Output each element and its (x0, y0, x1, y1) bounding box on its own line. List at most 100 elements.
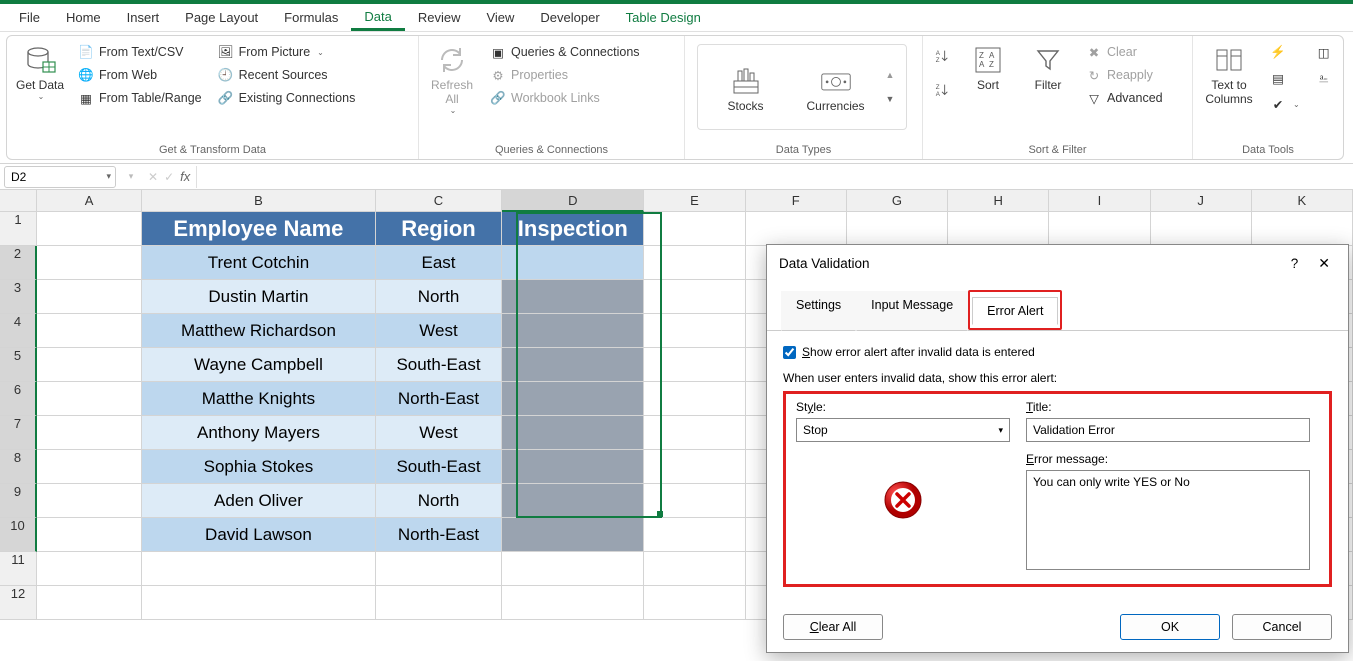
cell-A5[interactable] (37, 348, 142, 382)
cell-B6[interactable]: Matthe Knights (142, 382, 376, 416)
cell-E12[interactable] (644, 586, 745, 620)
error-message-input[interactable] (1026, 470, 1310, 570)
cell-A6[interactable] (37, 382, 142, 416)
cell-C4[interactable]: West (376, 314, 503, 348)
text-to-columns-button[interactable]: Text to Columns (1201, 40, 1257, 106)
menu-page-layout[interactable]: Page Layout (172, 6, 271, 29)
cell-C10[interactable]: North-East (376, 518, 503, 552)
row-header[interactable]: 1 (0, 212, 37, 246)
cell-A9[interactable] (37, 484, 142, 518)
cell-D9[interactable] (502, 484, 644, 518)
row-header[interactable]: 12 (0, 586, 37, 620)
from-table-range-button[interactable]: ▦From Table/Range (75, 88, 205, 108)
cell-A10[interactable] (37, 518, 142, 552)
advanced-filter-button[interactable]: ▽Advanced (1083, 88, 1166, 108)
cell-G1[interactable] (847, 212, 948, 246)
menu-view[interactable]: View (473, 6, 527, 29)
row-header[interactable]: 7 (0, 416, 37, 450)
flash-fill-button[interactable]: ⚡ (1267, 42, 1303, 62)
dialog-close-button[interactable]: ✕ (1312, 253, 1336, 274)
from-picture-button[interactable]: 🖼From Picture⌄ (215, 42, 359, 62)
cell-E2[interactable] (644, 246, 745, 280)
row-header[interactable]: 4 (0, 314, 37, 348)
name-box-expand[interactable]: ▾ (120, 171, 142, 182)
col-header-h[interactable]: H (948, 190, 1049, 212)
tab-input-message[interactable]: Input Message (856, 291, 968, 331)
col-header-b[interactable]: B (142, 190, 376, 212)
cell-D7[interactable] (502, 416, 644, 450)
cell-J1[interactable] (1151, 212, 1252, 246)
cell-C7[interactable]: West (376, 416, 503, 450)
properties-button[interactable]: ⚙Properties (487, 65, 643, 85)
row-header[interactable]: 11 (0, 552, 37, 586)
filter-button[interactable]: Filter (1023, 40, 1073, 92)
formula-bar[interactable] (196, 166, 1353, 188)
menu-developer[interactable]: Developer (527, 6, 612, 29)
clear-all-button[interactable]: Clear All (783, 614, 883, 640)
cell-D5[interactable] (502, 348, 644, 382)
scroll-up-icon[interactable]: ▲ (886, 70, 895, 80)
row-header[interactable]: 8 (0, 450, 37, 484)
cell-A1[interactable] (37, 212, 142, 246)
cell-D2[interactable] (502, 246, 644, 280)
cell-D1[interactable]: Inspection (502, 212, 644, 246)
cell-I1[interactable] (1049, 212, 1150, 246)
cell-E10[interactable] (644, 518, 745, 552)
col-header-g[interactable]: G (847, 190, 948, 212)
menu-file[interactable]: File (6, 6, 53, 29)
sort-desc-button[interactable]: ZA (931, 80, 953, 100)
menu-table-design[interactable]: Table Design (613, 6, 714, 29)
row-header[interactable]: 3 (0, 280, 37, 314)
cell-C1[interactable]: Region (376, 212, 503, 246)
tab-settings[interactable]: Settings (781, 291, 856, 331)
show-alert-checkbox[interactable] (783, 346, 796, 359)
cancel-button[interactable]: Cancel (1232, 614, 1332, 640)
cell-B12[interactable] (142, 586, 376, 620)
get-data-button[interactable]: Get Data⌄ (15, 40, 65, 101)
reapply-button[interactable]: ↻Reapply (1083, 65, 1166, 85)
currencies-button[interactable]: Currencies (796, 61, 876, 113)
cell-B8[interactable]: Sophia Stokes (142, 450, 376, 484)
col-header-f[interactable]: F (746, 190, 847, 212)
menu-data[interactable]: Data (351, 5, 404, 31)
menu-insert[interactable]: Insert (114, 6, 173, 29)
cell-B3[interactable]: Dustin Martin (142, 280, 376, 314)
cell-K1[interactable] (1252, 212, 1353, 246)
row-header[interactable]: 9 (0, 484, 37, 518)
cell-C6[interactable]: North-East (376, 382, 503, 416)
cell-E1[interactable] (644, 212, 745, 246)
existing-connections-button[interactable]: 🔗Existing Connections (215, 88, 359, 108)
cell-E11[interactable] (644, 552, 745, 586)
cell-D8[interactable] (502, 450, 644, 484)
cell-E8[interactable] (644, 450, 745, 484)
cell-B2[interactable]: Trent Cotchin (142, 246, 376, 280)
cell-A11[interactable] (37, 552, 142, 586)
cell-A12[interactable] (37, 586, 142, 620)
remove-dup-button[interactable]: ▤ (1267, 68, 1303, 88)
refresh-all-button[interactable]: Refresh All⌄ (427, 40, 477, 115)
cell-E6[interactable] (644, 382, 745, 416)
cell-E7[interactable] (644, 416, 745, 450)
cell-H1[interactable] (948, 212, 1049, 246)
cell-B9[interactable]: Aden Oliver (142, 484, 376, 518)
cell-A8[interactable] (37, 450, 142, 484)
cell-D11[interactable] (502, 552, 644, 586)
row-header[interactable]: 2 (0, 246, 37, 280)
name-box[interactable]: D2▾ (4, 166, 116, 188)
cell-C8[interactable]: South-East (376, 450, 503, 484)
workbook-links-button[interactable]: 🔗Workbook Links (487, 88, 643, 108)
cell-A2[interactable] (37, 246, 142, 280)
cancel-formula-icon[interactable]: ✕ (148, 170, 158, 184)
recent-sources-button[interactable]: 🕘Recent Sources (215, 65, 359, 85)
col-header-a[interactable]: A (37, 190, 142, 212)
row-header[interactable]: 5 (0, 348, 37, 382)
cell-F1[interactable] (746, 212, 847, 246)
cell-B4[interactable]: Matthew Richardson (142, 314, 376, 348)
cell-C2[interactable]: East (376, 246, 503, 280)
queries-connections-button[interactable]: ▣Queries & Connections (487, 42, 643, 62)
from-web-button[interactable]: 🌐From Web (75, 65, 205, 85)
title-input[interactable] (1026, 418, 1310, 442)
cell-E5[interactable] (644, 348, 745, 382)
cell-D6[interactable] (502, 382, 644, 416)
cell-C5[interactable]: South-East (376, 348, 503, 382)
